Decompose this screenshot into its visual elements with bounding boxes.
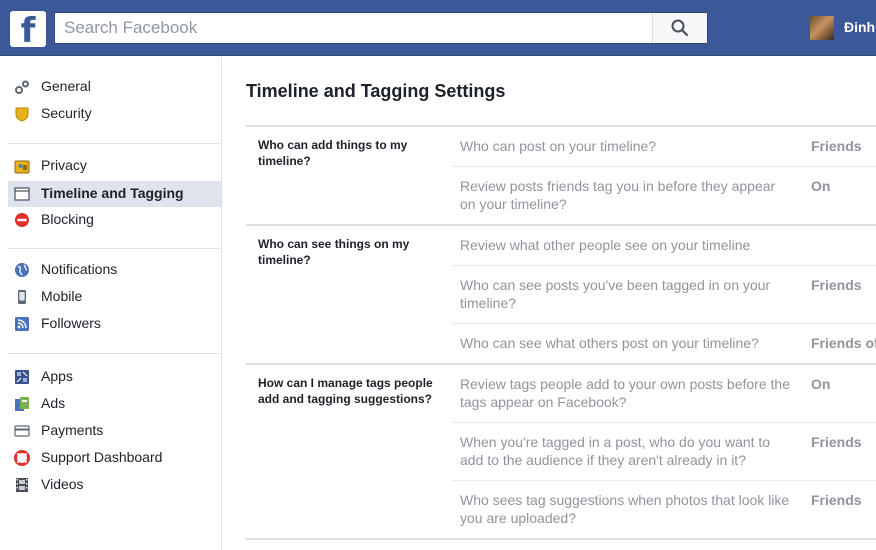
setting-question: Who can see posts you've been tagged in … [460, 277, 771, 311]
credit-card-icon [14, 425, 30, 437]
setting-row[interactable]: Who sees tag suggestions when photos tha… [451, 480, 876, 538]
lifebuoy-icon [14, 450, 30, 466]
sidebar-item-security[interactable]: Security [8, 101, 221, 127]
sidebar-item-label: Payments [41, 422, 104, 438]
sidebar-item-blocking[interactable]: Blocking [8, 207, 221, 233]
setting-question: Review posts friends tag you in before t… [460, 178, 776, 212]
profile-name: Đinh [844, 19, 876, 35]
settings-section: Who can add things to my timeline? Who c… [246, 127, 876, 226]
gears-icon [15, 80, 29, 94]
block-icon [15, 213, 29, 227]
lock-icon [14, 160, 30, 174]
sidebar-item-videos[interactable]: Videos [8, 472, 221, 498]
avatar [810, 16, 834, 40]
sidebar-divider [8, 353, 220, 354]
film-icon [16, 478, 28, 492]
setting-row[interactable]: Who can post on your timeline? Friends [451, 127, 876, 166]
page-title: Timeline and Tagging Settings [246, 81, 506, 101]
sidebar-item-support-dashboard[interactable]: Support Dashboard [8, 445, 221, 471]
sidebar-item-payments[interactable]: Payments [8, 418, 221, 444]
setting-question: Who can post on your timeline? [460, 138, 657, 154]
sidebar-item-label: Videos [41, 476, 84, 492]
sidebar-divider [8, 248, 220, 249]
sidebar-item-apps[interactable]: Apps [8, 364, 221, 390]
setting-value: Friends [811, 277, 862, 293]
sidebar-item-timeline-and-tagging[interactable]: Timeline and Tagging [8, 181, 221, 207]
sidebar-item-label: Notifications [41, 261, 118, 277]
settings-section: How can I manage tags people add and tag… [246, 365, 876, 540]
sidebar-item-general[interactable]: General [8, 74, 221, 100]
setting-value: Friends [811, 434, 862, 450]
setting-value: Friends of [811, 335, 876, 351]
search-input[interactable] [55, 13, 655, 43]
sidebar-item-notifications[interactable]: Notifications [8, 257, 221, 283]
setting-row[interactable]: Review posts friends tag you in before t… [451, 166, 876, 224]
sidebar-item-label: Privacy [41, 157, 87, 173]
sidebar-item-followers[interactable]: Followers [8, 311, 221, 337]
apps-icon [15, 370, 29, 384]
globe-icon [15, 263, 29, 277]
sidebar-item-label: Ads [41, 395, 66, 411]
search-icon [671, 19, 689, 37]
setting-question: Who can see what others post on your tim… [460, 335, 759, 351]
setting-value: Friends [811, 492, 862, 508]
sidebar-divider [8, 143, 220, 144]
sidebar-item-label: Support Dashboard [41, 449, 163, 465]
sidebar-item-mobile[interactable]: Mobile [8, 284, 221, 310]
search-box [54, 12, 708, 44]
section-title: How can I manage tags people add and tag… [258, 376, 433, 406]
mobile-icon [18, 290, 26, 304]
timeline-icon [14, 187, 30, 201]
setting-question: When you're tagged in a post, who do you… [460, 434, 771, 468]
sidebar-item-label: Followers [41, 315, 101, 331]
ads-icon [15, 397, 29, 411]
search-button[interactable] [652, 13, 707, 43]
setting-row[interactable]: Review what other people see on your tim… [451, 226, 876, 265]
rss-icon [15, 317, 29, 331]
settings-sidebar: General Security Privacy Timeline and Ta… [0, 57, 222, 550]
sidebar-item-label: Timeline and Tagging [41, 185, 184, 201]
sidebar-item-label: Blocking [41, 211, 94, 227]
setting-row[interactable]: When you're tagged in a post, who do you… [451, 422, 876, 480]
sidebar-item-label: General [41, 78, 91, 94]
settings-main: Timeline and Tagging Settings Who can ad… [222, 57, 876, 550]
setting-question: Review tags people add to your own posts… [460, 376, 790, 410]
top-bar: f Đinh [0, 0, 876, 56]
setting-value: On [811, 178, 831, 194]
sidebar-item-label: Mobile [41, 288, 83, 304]
setting-row[interactable]: Review tags people add to your own posts… [451, 365, 876, 422]
facebook-logo[interactable]: f [10, 11, 46, 51]
facebook-logo-letter: f [20, 11, 36, 51]
setting-row[interactable]: Who can see what others post on your tim… [451, 323, 876, 363]
section-title: Who can see things on my timeline? [258, 237, 410, 267]
shield-icon [15, 107, 29, 122]
sidebar-item-privacy[interactable]: Privacy [8, 153, 221, 179]
sidebar-item-label: Apps [41, 368, 73, 384]
sidebar-item-label: Security [41, 105, 92, 121]
section-title: Who can add things to my timeline? [258, 138, 408, 168]
setting-value: Friends [811, 138, 862, 154]
setting-value: On [811, 376, 831, 392]
sidebar-item-ads[interactable]: Ads [8, 391, 221, 417]
setting-row[interactable]: Who can see posts you've been tagged in … [451, 265, 876, 323]
setting-question: Who sees tag suggestions when photos tha… [460, 492, 790, 526]
settings-table: Who can add things to my timeline? Who c… [246, 125, 876, 540]
settings-section: Who can see things on my timeline? Revie… [246, 226, 876, 365]
setting-question: Review what other people see on your tim… [460, 237, 751, 253]
